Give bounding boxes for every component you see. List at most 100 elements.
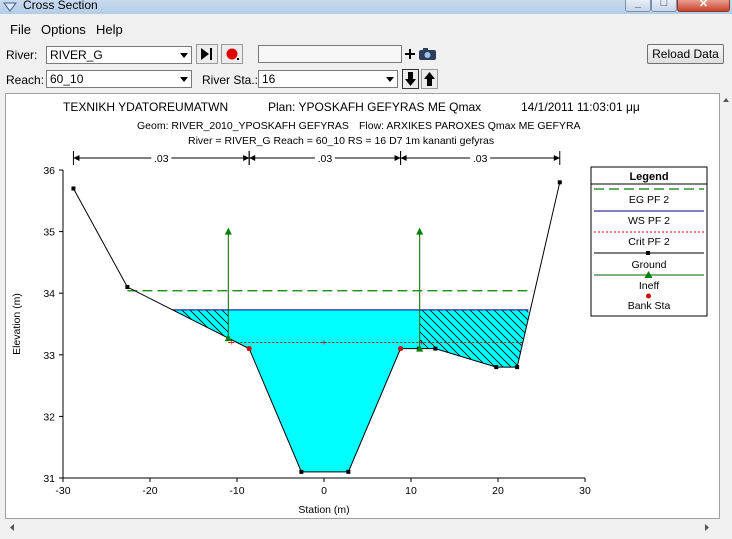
manning-arrow-right	[553, 155, 560, 161]
plot-plan-title: Plan: YPOSKAFH GEFYRAS ME Qmax	[268, 100, 481, 114]
y-axis-label: Elevation (m)	[11, 293, 23, 355]
legend-marker-bank	[646, 293, 651, 299]
app-icon	[3, 2, 17, 12]
manning-arrow-left	[249, 155, 256, 161]
add-plot-button[interactable]	[404, 46, 438, 62]
menu-options[interactable]: Options	[41, 22, 86, 37]
plot-river-reach-rs: River = RIVER_G Reach = 60_10 RS = 16 D7…	[188, 135, 494, 147]
legend-item-eg: EG PF 2	[629, 194, 669, 206]
y-tick-label: 35	[43, 227, 55, 239]
ground-point	[71, 186, 76, 191]
ground-point	[125, 285, 130, 290]
reload-data-button[interactable]: Reload Data	[647, 44, 724, 64]
legend-item-crit: Crit PF 2	[628, 236, 670, 248]
ground-point	[515, 365, 520, 370]
crit-marker: +	[321, 337, 326, 347]
ground-point	[299, 469, 304, 474]
maximize-button[interactable]: □	[651, 0, 677, 12]
close-icon: ✕	[698, 0, 709, 10]
ineff-marker-top	[224, 227, 232, 235]
x-tick-label: 20	[492, 485, 504, 497]
ground-point	[494, 365, 499, 370]
cross-section-plot: TEXNIKH YDATOREUMATWN Plan: YPOSKAFH GEF…	[5, 93, 720, 519]
y-tick-label: 32	[43, 411, 55, 423]
menu-help[interactable]: Help	[96, 22, 123, 37]
manning-arrow-right	[394, 155, 401, 161]
river-select-value: RIVER_G	[50, 48, 103, 62]
x-axis-label: Station (m)	[298, 504, 349, 516]
vertical-scrollbar[interactable]	[720, 93, 732, 519]
river-sta-label: River Sta.:	[202, 73, 259, 87]
river-sta-select[interactable]: 16	[258, 70, 398, 88]
x-tick-label: 0	[321, 485, 327, 497]
legend-title: Legend	[629, 171, 668, 183]
scroll-arrows-v	[723, 98, 729, 102]
x-tick-label: -30	[55, 485, 70, 497]
reach-select-value: 60_10	[50, 72, 84, 86]
legend-marker-ground	[646, 251, 650, 255]
river-select[interactable]: RIVER_G	[46, 46, 192, 64]
manning-n-label: .03	[154, 153, 169, 165]
manning-n-label: .03	[318, 153, 333, 165]
cross-section-chart: TEXNIKH YDATOREUMATWN Plan: YPOSKAFH GEF…	[11, 100, 708, 516]
plot-geom: Geom: RIVER_2010_YPOSKAFH GEFYRAS	[137, 120, 349, 132]
plot-flow: Flow: ARXIKES PAROXES Qmax ME GEFYRA	[359, 120, 581, 132]
legend-item-ground: Ground	[631, 259, 666, 271]
ground-point	[346, 469, 351, 474]
window-titlebar: Cross Section _ □ ✕	[0, 0, 732, 14]
manning-n-label: .03	[473, 153, 488, 165]
manning-arrow-left	[73, 155, 80, 161]
manning-arrow-left	[400, 155, 407, 161]
bank-station-marker	[398, 346, 404, 352]
x-tick-label: 10	[405, 485, 417, 497]
legend: Legend EG PF 2 WS PF 2 Crit PF 2 Ground …	[590, 166, 708, 317]
bank-station-marker	[246, 346, 252, 352]
legend-item-bank: Bank Sta	[628, 300, 671, 312]
minimize-button[interactable]: _	[625, 0, 651, 12]
plot-project-title: TEXNIKH YDATOREUMATWN	[63, 100, 228, 114]
search-field[interactable]	[258, 45, 402, 63]
scroll-left-icon	[10, 524, 14, 531]
ineff-marker-top	[416, 227, 424, 235]
minimize-icon: _	[634, 0, 642, 9]
manning-arrow-right	[243, 155, 250, 161]
x-tick-label: -20	[142, 485, 157, 497]
maximize-icon: □	[660, 0, 668, 9]
legend-item-ineff: Ineff	[639, 280, 659, 292]
chevron-down-icon	[176, 47, 191, 63]
play-icon	[201, 48, 212, 60]
play-button[interactable]	[196, 44, 218, 64]
river-label: River:	[6, 48, 38, 62]
horizontal-scrollbar[interactable]	[5, 519, 720, 536]
y-tick-label: 36	[43, 165, 55, 177]
reach-select[interactable]: 60_10	[46, 70, 192, 88]
window-title: Cross Section	[23, 0, 98, 12]
close-button[interactable]: ✕	[677, 0, 730, 12]
plus-icon	[405, 49, 415, 59]
plot-layer: + + +-30 -20 -10 0 10 20 30313233343536.03.03.03	[43, 151, 591, 497]
legend-item-ws: WS PF 2	[628, 215, 670, 227]
camera-icon	[419, 48, 436, 60]
reach-label: Reach:	[6, 73, 45, 87]
scroll-arrows-h	[10, 524, 709, 531]
record-icon	[226, 48, 239, 60]
x-tick-label: 30	[579, 485, 591, 497]
scroll-up-icon	[723, 98, 729, 102]
ground-point	[557, 180, 562, 185]
ground-point	[433, 346, 438, 351]
plot-date: 14/1/2011 11:03:01 μμ	[521, 100, 640, 114]
river-sta-select-value: 16	[262, 72, 276, 86]
chevron-down-icon	[176, 71, 191, 87]
y-tick-label: 31	[43, 473, 55, 485]
menu-file[interactable]: File	[10, 22, 31, 37]
y-tick-label: 34	[43, 288, 55, 300]
y-tick-label: 33	[43, 350, 55, 362]
prev-station-button[interactable]	[402, 69, 419, 89]
record-button[interactable]	[221, 44, 243, 64]
x-tick-label: -10	[229, 485, 244, 497]
menu-bar: File Options Help	[0, 20, 732, 40]
next-station-button[interactable]	[421, 69, 438, 89]
scroll-right-icon	[705, 524, 709, 531]
arrow-down-icon	[405, 72, 416, 86]
chevron-down-icon	[382, 71, 397, 87]
